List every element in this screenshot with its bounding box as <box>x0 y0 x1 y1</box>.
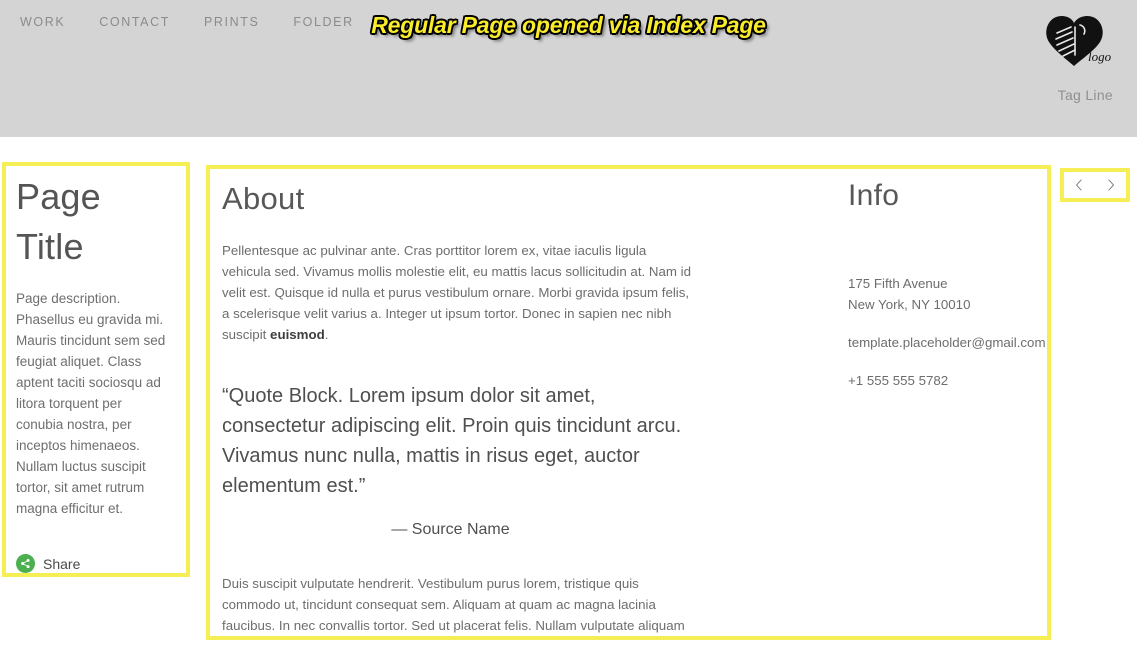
about-paragraph-1: Pellentesque ac pulvinar ante. Cras port… <box>222 240 697 345</box>
quote-text: “Quote Block. Lorem ipsum dolor sit amet… <box>222 385 682 497</box>
quote-source: — Source Name <box>391 521 510 538</box>
info-address-line-1: 175 Fifth Avenue <box>848 276 948 291</box>
share-label: Share <box>43 555 81 572</box>
nav-item-prints[interactable]: PRINTS <box>204 13 259 31</box>
about-heading: About <box>222 181 305 216</box>
info-phone[interactable]: +1 555 555 5782 <box>848 370 1053 391</box>
site-header: WORK CONTACT PRINTS FOLDER Regular Page … <box>0 0 1137 137</box>
about-paragraph-1-emphasis: euismod <box>270 327 325 342</box>
share-button[interactable]: Share <box>16 554 80 573</box>
nav-item-work[interactable]: WORK <box>20 13 65 31</box>
nav-item-folder[interactable]: FOLDER <box>293 13 353 31</box>
main-navigation: WORK CONTACT PRINTS FOLDER <box>20 13 354 31</box>
info-column: Info 175 Fifth Avenue New York, NY 10010… <box>848 176 1053 391</box>
main-content: About Pellentesque ac pulvinar ante. Cra… <box>222 178 697 636</box>
info-email[interactable]: template.placeholder@gmail.com <box>848 332 1053 353</box>
page-title: Page Title <box>16 176 101 267</box>
chevron-right-icon[interactable] <box>1100 173 1122 197</box>
heart-handshake-logo-icon: logo <box>1041 14 1113 72</box>
about-paragraph-2: Duis suscipit vulputate hendrerit. Vesti… <box>222 576 685 633</box>
quote-block: “Quote Block. Lorem ipsum dolor sit amet… <box>222 381 697 539</box>
nav-item-contact[interactable]: CONTACT <box>99 13 170 31</box>
svg-text:logo: logo <box>1088 49 1112 64</box>
chevron-left-icon[interactable] <box>1068 173 1090 197</box>
pager-controls <box>1064 172 1126 198</box>
page-root: WORK CONTACT PRINTS FOLDER Regular Page … <box>0 0 1137 647</box>
info-heading: Info <box>848 179 900 212</box>
info-address-line-2: New York, NY 10010 <box>848 297 971 312</box>
left-column: Page Title Page description. Phasellus e… <box>16 172 178 519</box>
about-paragraph-1-post: . <box>324 327 329 342</box>
share-icon <box>16 554 35 573</box>
tagline-text: Tag Line <box>1057 87 1113 103</box>
page-description: Page description. Phasellus eu gravida m… <box>16 291 166 516</box>
info-address: 175 Fifth Avenue New York, NY 10010 <box>848 273 1053 315</box>
brand-block[interactable]: logo Tag Line <box>1021 14 1121 114</box>
